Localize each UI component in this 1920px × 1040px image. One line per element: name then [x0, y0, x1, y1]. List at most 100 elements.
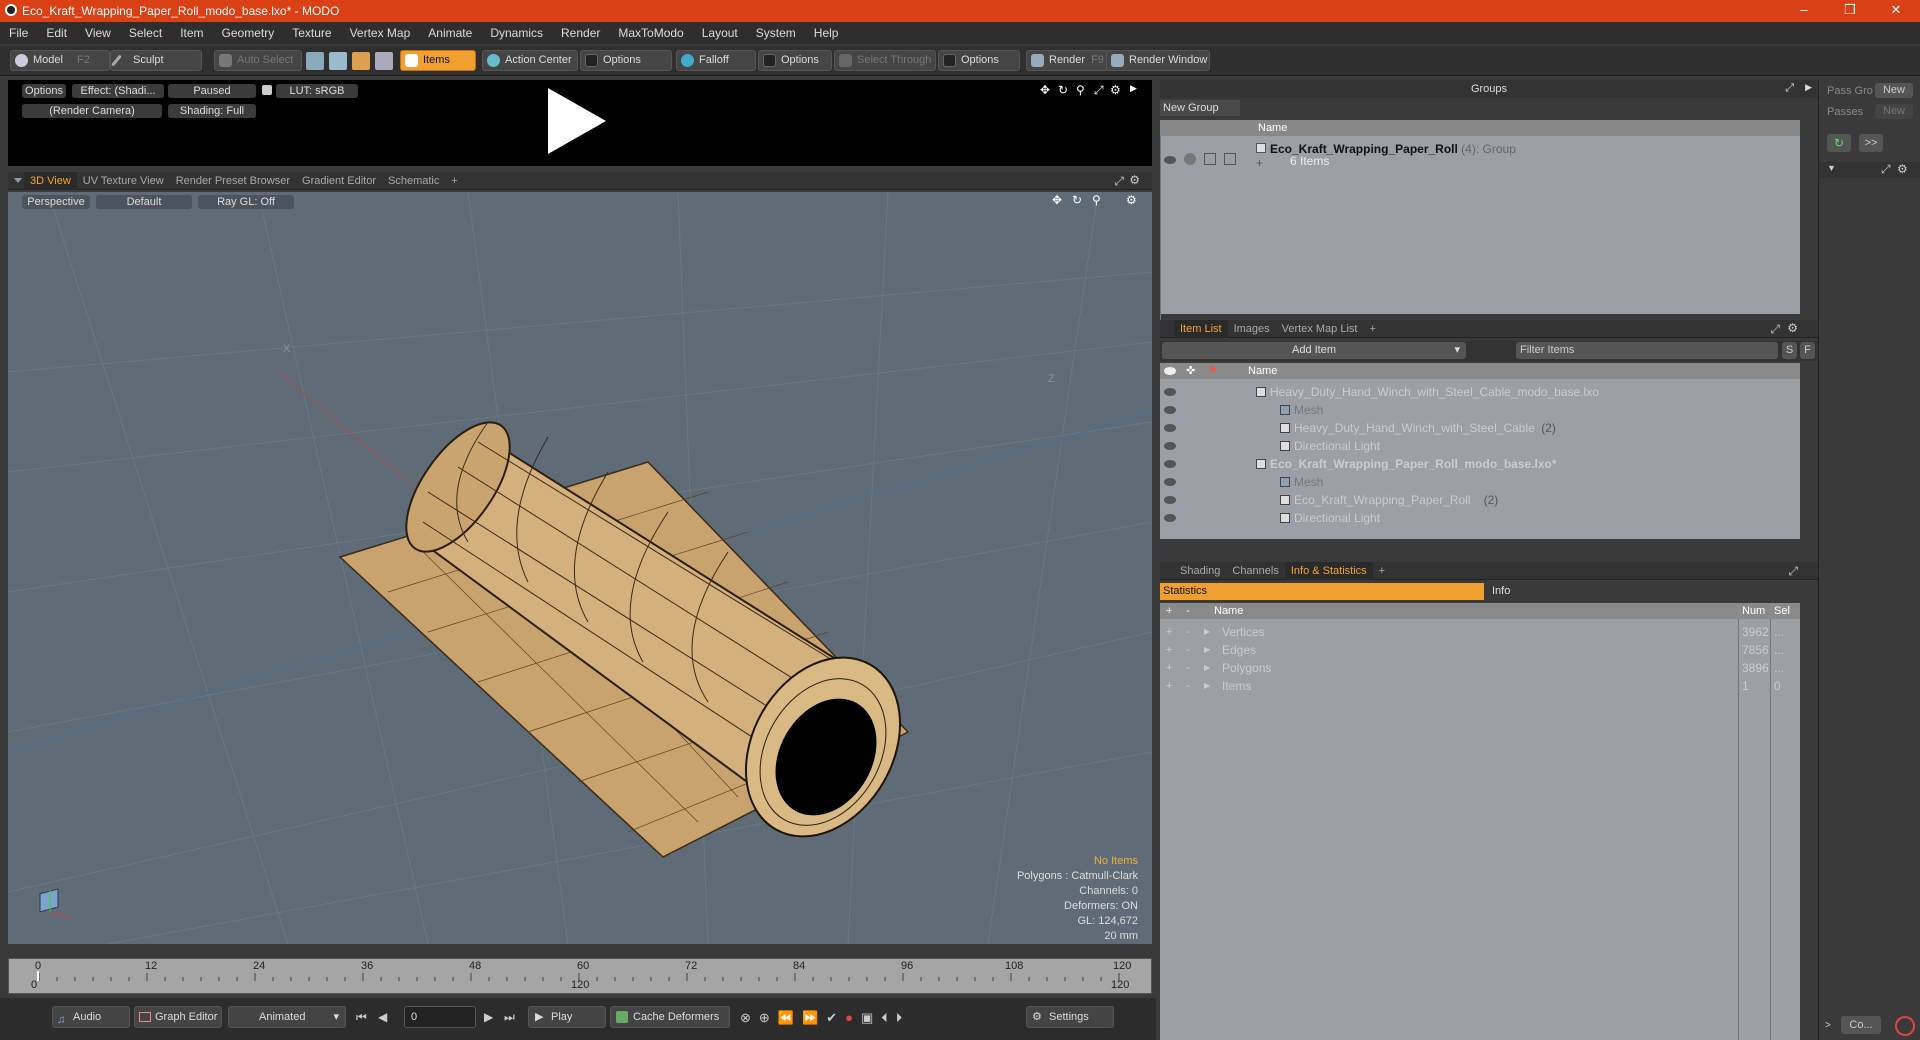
expand-icon[interactable]: ⤢ — [1785, 82, 1794, 95]
co-button[interactable]: Co... — [1841, 1016, 1881, 1034]
render-window-button[interactable]: Render Window — [1106, 50, 1210, 71]
visibility-icon[interactable] — [1164, 424, 1176, 432]
expand-icon[interactable]: ⤢ — [1881, 162, 1891, 177]
timeline[interactable]: 0 12 24 36 48 60 72 84 96 108 120 0 120 … — [8, 958, 1152, 994]
step-forward-icon[interactable]: ▶ — [484, 1010, 493, 1024]
item-list-row[interactable]: Directional Light — [1160, 509, 1800, 527]
expand-plus-icon[interactable]: + — [1166, 677, 1172, 695]
statistics-list[interactable]: + - Name Num Sel + - ▶ Vertices 3962... + - ▶ Ed… — [1160, 603, 1800, 1040]
render-button[interactable]: Render F9 — [1026, 50, 1108, 71]
default-shading-dropdown[interactable]: Default — [96, 195, 192, 209]
tab-shading[interactable]: Shading — [1174, 562, 1226, 580]
lock-icon[interactable] — [262, 85, 272, 95]
tab-schematic[interactable]: Schematic — [382, 172, 445, 190]
raygl-dropdown[interactable]: Ray GL: Off — [198, 195, 294, 209]
visibility-icon[interactable] — [1164, 496, 1176, 504]
select-through-button[interactable]: Select Through — [834, 50, 936, 71]
item-list-row[interactable]: Mesh — [1160, 473, 1800, 491]
gear-icon[interactable]: ⚙ — [1110, 83, 1121, 97]
menu-view[interactable]: View — [76, 22, 120, 44]
cache-deformers-button[interactable]: Cache Deformers — [610, 1006, 730, 1028]
visibility-icon[interactable] — [1164, 442, 1176, 450]
statistics-tab[interactable]: Statistics — [1160, 583, 1484, 600]
chevron-down-icon[interactable]: ▼ — [1827, 163, 1836, 173]
menu-render[interactable]: Render — [552, 22, 609, 44]
items-mode-button[interactable]: Items — [400, 50, 476, 71]
add-tab-button[interactable]: + — [445, 172, 463, 190]
play-button[interactable]: ▶ Play — [528, 1006, 606, 1028]
select-through-options-button[interactable]: Options — [938, 50, 1020, 71]
lock-column-icon[interactable]: ✜ — [1186, 363, 1195, 379]
disclosure-arrow-icon[interactable]: ▶ — [1204, 623, 1210, 641]
f-button[interactable]: F — [1800, 342, 1815, 359]
s-button[interactable]: S — [1782, 342, 1797, 359]
vertices-mode-icon[interactable] — [306, 52, 324, 70]
item-list-row[interactable]: Heavy_Duty_Hand_Winch_with_Steel_Cable_m… — [1160, 383, 1800, 401]
key-prev-icon[interactable]: ⏴ — [881, 1010, 896, 1025]
expand-plus-icon[interactable]: + — [1166, 659, 1172, 677]
step-back-icon[interactable]: ◀ — [378, 1010, 387, 1024]
animated-dropdown[interactable]: Animated ▾ — [228, 1006, 346, 1028]
stat-row[interactable]: + - ▶ Vertices 3962... — [1160, 623, 1800, 641]
key-all-icon[interactable]: ▣ — [861, 1010, 881, 1025]
maximize-button[interactable]: ❐ — [1828, 0, 1872, 22]
expand-all-icon[interactable]: + — [1166, 603, 1172, 619]
new-group-button[interactable]: New Group — [1160, 100, 1240, 116]
visibility-icon[interactable] — [1164, 406, 1176, 414]
collapse-minus-icon[interactable]: - — [1186, 659, 1190, 677]
tab-menu-icon[interactable] — [14, 178, 22, 184]
disclosure-arrow-icon[interactable]: ▶ — [1204, 659, 1210, 677]
visibility-icon[interactable] — [1164, 460, 1176, 468]
settings-button[interactable]: ⚙ Settings — [1026, 1006, 1114, 1028]
prev-key-icon[interactable]: ⏪ — [778, 1010, 802, 1025]
visibility-icon[interactable] — [1164, 388, 1176, 396]
menu-texture[interactable]: Texture — [283, 22, 340, 44]
visibility-icon[interactable] — [1164, 478, 1176, 486]
edges-mode-icon[interactable] — [329, 52, 347, 70]
3d-viewport[interactable]: X Z Perspective Default Ray GL: Off ✥ ↻ … — [8, 192, 1152, 944]
tab-channels[interactable]: Channels — [1226, 562, 1284, 580]
action-center-options-button[interactable]: Options — [580, 50, 672, 71]
zoom-icon[interactable]: ⚲ — [1076, 83, 1085, 97]
refresh-icon[interactable]: ↻ — [1827, 134, 1851, 152]
item-list[interactable]: ✜ ⚑ Name Heavy_Duty_Hand_Winch_with_Stee… — [1160, 363, 1800, 539]
pan-icon[interactable]: ✥ — [1052, 193, 1062, 207]
new-pass-button[interactable]: New — [1875, 104, 1913, 119]
disclosure-arrow-icon[interactable]: ▶ — [1204, 677, 1210, 695]
falloff-options-button[interactable]: Options — [758, 50, 832, 71]
arrow-right-icon[interactable]: ▶ — [1130, 83, 1137, 94]
menu-edit[interactable]: Edit — [37, 22, 76, 44]
menu-select[interactable]: Select — [120, 22, 171, 44]
expand-plus-icon[interactable]: + — [1166, 641, 1172, 659]
menu-item[interactable]: Item — [171, 22, 212, 44]
paused-button[interactable]: Paused — [168, 84, 256, 98]
visibility-column-icon[interactable] — [1164, 367, 1176, 375]
tab-3d-view[interactable]: 3D View — [24, 172, 77, 190]
arrow-right-icon[interactable]: ▶ — [1805, 82, 1812, 93]
gear-icon[interactable]: ⚙ — [1787, 321, 1798, 335]
add-tab-button[interactable]: + — [1363, 320, 1381, 338]
zoom-icon[interactable]: ⚲ — [1092, 193, 1101, 207]
item-list-row[interactable]: Directional Light — [1160, 437, 1800, 455]
key-tool-1-icon[interactable]: ⊗ — [740, 1010, 759, 1025]
render-column-icon[interactable]: ⚑ — [1208, 363, 1218, 379]
arrow-right-icon[interactable]: > — [1825, 1020, 1831, 1031]
groups-list[interactable]: Name Eco_Kraft_Wrapping_Paper_Roll (4): … — [1160, 120, 1800, 326]
skip-end-icon[interactable]: ⏭ — [504, 1010, 515, 1025]
add-item-button[interactable]: Add Item ▾ — [1162, 342, 1466, 359]
gear-icon[interactable]: ⚙ — [1126, 193, 1137, 207]
stat-row[interactable]: + - ▶ Polygons 3896... — [1160, 659, 1800, 677]
move-icon[interactable]: ✥ — [1040, 83, 1050, 97]
next-key-icon[interactable]: ⏩ — [802, 1010, 826, 1025]
add-tab-button[interactable]: + — [1373, 562, 1391, 580]
item-list-row[interactable]: Eco_Kraft_Wrapping_Paper_Roll_modo_base.… — [1160, 455, 1800, 473]
stat-row[interactable]: + - ▶ Edges 7856... — [1160, 641, 1800, 659]
menu-help[interactable]: Help — [805, 22, 848, 44]
tab-render-preset-browser[interactable]: Render Preset Browser — [170, 172, 296, 190]
expand-plus-icon[interactable]: + — [1166, 623, 1172, 641]
tab-vertex-map-list[interactable]: Vertex Map List — [1276, 320, 1364, 338]
collapse-minus-icon[interactable]: - — [1186, 677, 1190, 695]
collapse-all-icon[interactable]: - — [1186, 603, 1190, 619]
collapse-minus-icon[interactable]: - — [1186, 641, 1190, 659]
gear-icon[interactable]: ⚙ — [1897, 162, 1908, 176]
